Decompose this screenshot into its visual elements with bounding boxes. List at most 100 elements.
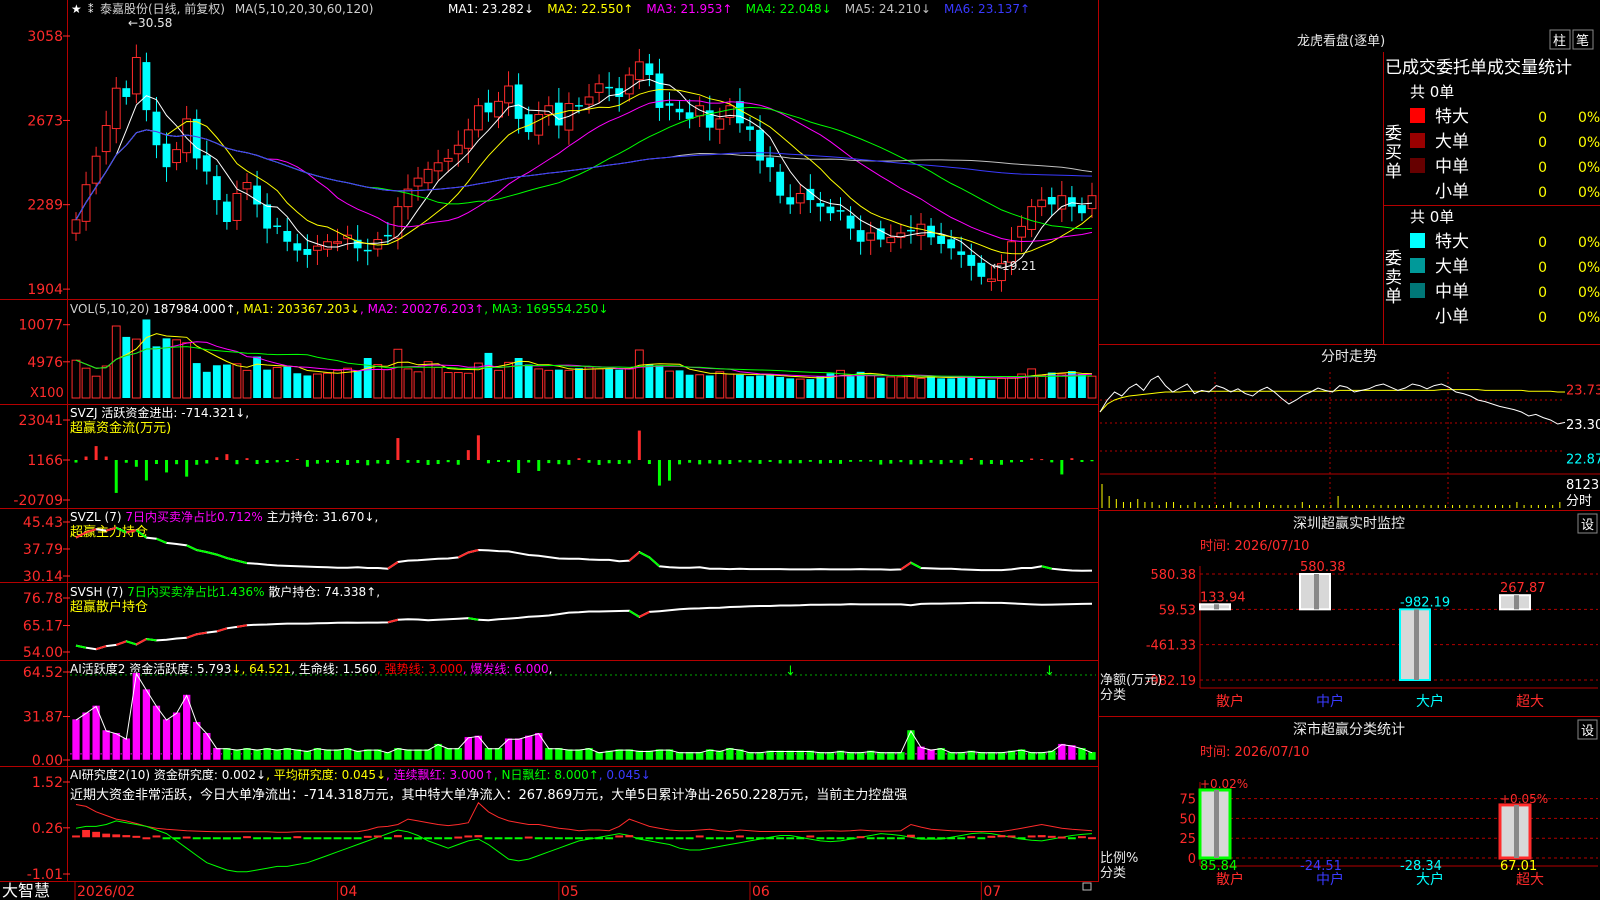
candle-down xyxy=(735,101,744,124)
activity-bar xyxy=(494,747,503,761)
main-holding-panel: SVZL (7) 7日内买卖净占比0.712% 主力持仓: 31.670↓,超赢… xyxy=(23,509,1093,585)
volume-bar xyxy=(735,374,744,398)
flow-bar xyxy=(426,460,430,465)
flow-bar xyxy=(1020,460,1024,463)
retail-holding-panel: SVSH (7) 7日内买卖净占比1.436% 散户持仓: 74.338↑,超赢… xyxy=(23,584,1093,661)
flow-bar xyxy=(366,460,370,466)
research-bar xyxy=(283,837,292,840)
header-item: , 0.045↓ xyxy=(599,768,651,782)
flow-bar xyxy=(738,460,742,463)
candle-up xyxy=(101,124,111,153)
research-bar xyxy=(997,835,1006,838)
volume-bar xyxy=(192,363,201,398)
bar-value-label: -24.51 xyxy=(1300,859,1342,874)
order-color-swatch xyxy=(1410,158,1425,173)
candle-down xyxy=(776,171,785,196)
order-color-swatch xyxy=(1410,133,1425,148)
order-percent: 0% xyxy=(1578,235,1600,251)
candle-up xyxy=(715,118,725,130)
flow-bar xyxy=(507,460,511,463)
bar-value-label: 580.38 xyxy=(1300,560,1346,575)
research-bar xyxy=(766,837,775,840)
flow-bar xyxy=(1030,458,1034,460)
flow-bar xyxy=(818,460,822,464)
candle-down xyxy=(1078,205,1086,214)
holding-change-segment xyxy=(910,561,922,569)
volume-bar xyxy=(534,368,544,399)
candle-down xyxy=(876,228,885,240)
y-tick-label: -20709 xyxy=(13,493,63,509)
research-bar xyxy=(1007,835,1016,838)
header-item: ↓, 64.521 xyxy=(231,662,291,676)
y-tick-label: 10077 xyxy=(18,318,63,334)
research-bar xyxy=(383,837,392,840)
research-bar xyxy=(434,837,443,840)
research-bar xyxy=(444,837,453,840)
activity-bar xyxy=(232,748,242,761)
research-bar xyxy=(112,834,121,838)
order-count: 0 xyxy=(1538,185,1547,201)
flow-bar xyxy=(668,460,672,481)
activity-bar xyxy=(172,712,181,761)
candle-down xyxy=(212,176,221,201)
flow-bar xyxy=(215,457,219,460)
volume-bar xyxy=(766,374,775,398)
flow-bar xyxy=(376,460,380,464)
holding-change-segment xyxy=(900,561,912,571)
flow-bar xyxy=(808,460,812,462)
flow-bar xyxy=(496,460,500,463)
activity-bar xyxy=(273,748,282,761)
flow-bar xyxy=(74,460,78,463)
candle-up xyxy=(232,192,242,221)
order-type-label: 大单 xyxy=(1435,257,1469,277)
research-bar xyxy=(705,837,714,840)
volume-bar xyxy=(564,369,574,399)
panel-header: AI活跃度2 资金活跃度: 5.793↓, 64.521, 生命线: 1.560… xyxy=(70,661,552,676)
y-tick-label: 2673 xyxy=(27,113,63,129)
activity-bar xyxy=(333,748,342,761)
volume-bar xyxy=(725,373,735,399)
flow-bar xyxy=(114,460,118,493)
candle-down xyxy=(263,204,272,229)
candle-down xyxy=(937,235,946,244)
candle-down xyxy=(514,84,523,119)
research-bar xyxy=(313,837,322,840)
volume-bar xyxy=(987,379,996,398)
research-bar xyxy=(323,837,332,840)
y-tick-label: 23041 xyxy=(18,413,63,429)
header-item: , MA2: 200276.203↑ xyxy=(360,302,484,316)
volume-bar xyxy=(293,373,302,398)
activity-bar xyxy=(71,718,81,761)
order-count: 0 xyxy=(1538,260,1547,276)
flow-bar xyxy=(305,460,309,467)
flow-bar xyxy=(446,460,450,463)
research-bar xyxy=(303,837,312,840)
order-type-label: 大单 xyxy=(1435,132,1469,152)
research-bar xyxy=(796,837,805,840)
research-bar xyxy=(1088,837,1096,840)
volume-bar xyxy=(212,365,221,398)
activity-line xyxy=(75,672,1093,754)
flow-bar xyxy=(235,460,239,465)
research-bar xyxy=(92,831,101,838)
research-bar xyxy=(293,836,302,839)
candle-down xyxy=(303,248,312,255)
flow-bar xyxy=(285,460,289,463)
volume-bar xyxy=(846,376,855,398)
holding-change-segment xyxy=(206,551,218,556)
volume-unit: X100 xyxy=(30,386,64,401)
research-red-line xyxy=(75,801,1093,833)
volume-bar xyxy=(876,377,885,398)
flow-bar xyxy=(778,460,782,464)
axis-label: 比例% xyxy=(1100,851,1138,866)
flow-bar xyxy=(989,460,993,465)
candle-down xyxy=(766,157,775,168)
order-type-label: 小单 xyxy=(1435,307,1469,327)
volume-bar xyxy=(967,376,976,398)
holding-change-segment xyxy=(387,561,399,570)
holding-change-segment xyxy=(648,556,661,568)
bar-value-label: -982.19 xyxy=(1400,595,1450,610)
volume-bar xyxy=(786,378,795,398)
order-count: 0 xyxy=(1538,285,1547,301)
flow-bar xyxy=(607,460,611,464)
